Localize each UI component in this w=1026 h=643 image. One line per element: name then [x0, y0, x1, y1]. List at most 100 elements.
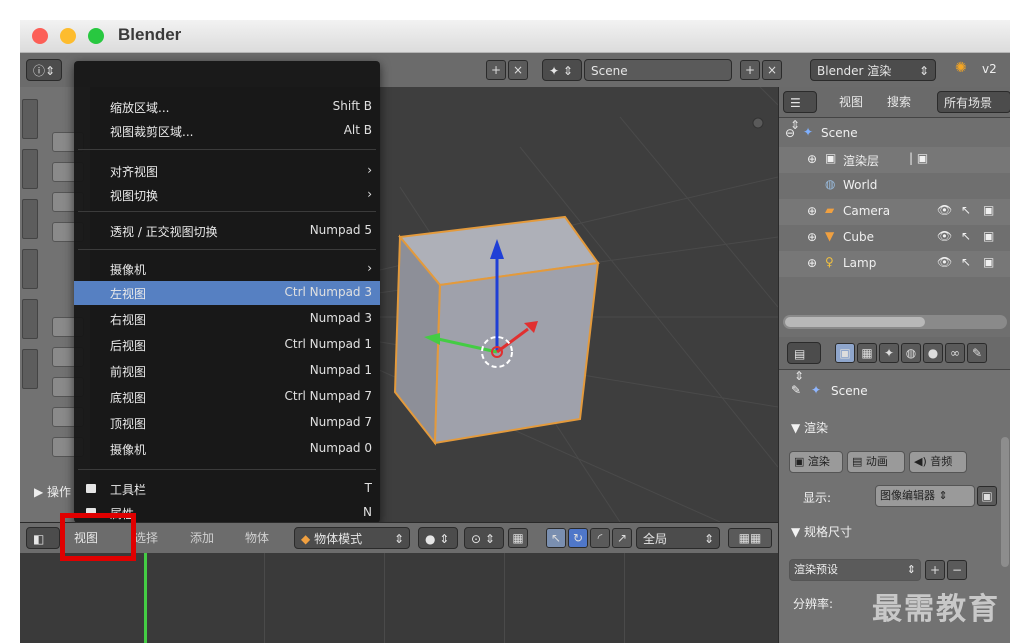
outliner-row-cube[interactable]: ⊕ ▼ Cube 👁 ↖ ▣ — [779, 225, 1010, 251]
select-menu-button[interactable]: 选择 — [134, 529, 158, 546]
expand-icon: ⊖ — [785, 126, 796, 140]
menu-item-zoom-border[interactable]: 缩放区域... Shift B — [74, 95, 380, 119]
delete-screen-button[interactable]: × — [508, 60, 528, 80]
constraints-tab[interactable]: ∞ — [945, 343, 965, 363]
add-preset-button[interactable]: + — [925, 560, 945, 580]
menu-item-back-view[interactable]: 后视图 Ctrl Numpad 1 — [74, 333, 380, 357]
minimize-window-button[interactable] — [60, 28, 76, 44]
audio-button[interactable]: ◀) 音频 — [909, 451, 967, 473]
select-arrow-icon[interactable]: ↖ — [961, 229, 971, 243]
modifiers-tab[interactable]: ✎ — [967, 343, 987, 363]
outliner-row-lamp[interactable]: ⊕ ♀ Lamp 👁 ↖ ▣ — [779, 251, 1010, 277]
render-layers-tab[interactable]: ▦ — [857, 343, 877, 363]
visibility-eye-icon[interactable]: 👁 — [937, 229, 952, 243]
render-engine-selector[interactable]: Blender 渲染 ⇕ — [810, 59, 936, 81]
menu-item-align-view[interactable]: 对齐视图 › — [74, 159, 380, 183]
world-tab[interactable]: ◍ — [901, 343, 921, 363]
menu-item-label: 顶视图 — [110, 417, 147, 431]
animation-button-label: 动画 — [865, 455, 888, 468]
add-scene-button[interactable]: + — [740, 60, 760, 80]
select-arrow-icon[interactable]: ↖ — [961, 203, 971, 217]
select-arrow-icon[interactable]: ↖ — [961, 255, 971, 269]
close-window-button[interactable] — [32, 28, 48, 44]
submenu-arrow-icon: › — [367, 261, 372, 275]
zoom-window-button[interactable] — [88, 28, 104, 44]
outliner-row-camera[interactable]: ⊕ ▰ Camera 👁 ↖ ▣ — [779, 199, 1010, 225]
properties-scrollbar[interactable] — [1001, 437, 1009, 567]
editor-type-selector[interactable]: ◧ ⇕ — [26, 527, 60, 568]
tab-create[interactable] — [22, 149, 38, 189]
remove-preset-button[interactable]: − — [947, 560, 967, 580]
checkbox-icon — [86, 484, 96, 493]
manipulator-toggle[interactable]: ▦ — [508, 528, 528, 548]
menu-item-left-view[interactable]: 左视图 Ctrl Numpad 3 — [74, 281, 380, 305]
object-mode-icon: ◆ — [301, 532, 311, 546]
outliner-panel: ☰ ⇕ 视图 搜索 所有场景 ⊖ ✦ Scene ⊕ ▣ 渲染层 | ▣ ◍ World ⊕… — [778, 87, 1010, 337]
menu-item-front-view[interactable]: 前视图 Numpad 1 — [74, 359, 380, 383]
operator-panel-header[interactable]: ▶ 操作 — [34, 483, 71, 500]
tab-animation[interactable] — [22, 249, 38, 289]
menu-item-shortcut: Ctrl Numpad 7 — [284, 389, 372, 403]
add-screen-button[interactable]: + — [486, 60, 506, 80]
menu-item-persp-ortho[interactable]: 透视 / 正交视图切换 Numpad 5 — [74, 219, 380, 243]
translate-toggle[interactable]: ↖ — [546, 528, 566, 548]
editor-type-selector[interactable]: ▤ ⇕ — [787, 342, 821, 383]
outliner-row-render-layers[interactable]: ⊕ ▣ 渲染层 | ▣ — [779, 147, 1010, 173]
pivot-selector[interactable]: ⊙ ⇕ — [464, 527, 504, 549]
dimensions-panel-header[interactable]: ▼ 规格尺寸 — [791, 523, 852, 540]
menu-item-clipping-border[interactable]: 视图裁剪区域... Alt B — [74, 119, 380, 143]
menu-item-right-view[interactable]: 右视图 Numpad 3 — [74, 307, 380, 331]
layers-grid[interactable]: ▦▦ — [728, 528, 772, 548]
scale-toggle[interactable]: ◜ — [590, 528, 610, 548]
render-tab[interactable]: ▣ — [835, 343, 855, 363]
menu-item-bottom-view[interactable]: 底视图 Ctrl Numpad 7 — [74, 385, 380, 409]
render-button[interactable]: ▣ 渲染 — [789, 451, 843, 473]
mode-selector[interactable]: ◆ 物体模式 ⇕ — [294, 527, 410, 549]
object-tab[interactable]: ● — [923, 343, 943, 363]
outliner-view-menu[interactable]: 视图 — [839, 93, 863, 110]
menu-item-cameras[interactable]: 摄像机 › — [74, 257, 380, 281]
render-toggle-icon[interactable]: ▣ — [983, 255, 994, 269]
display-label: 显示: — [803, 491, 832, 505]
menu-item-toolshelf-toggle[interactable]: 工具栏 T — [74, 477, 380, 501]
editor-type-selector[interactable]: ⓘ⇕ — [26, 59, 62, 81]
tab-grease-pencil[interactable] — [22, 349, 38, 389]
tab-physics[interactable] — [22, 299, 38, 339]
snap-toggle[interactable]: ↗ — [612, 528, 632, 548]
pin-icon[interactable]: ✎ — [791, 383, 801, 397]
rotate-toggle[interactable]: ↻ — [568, 528, 588, 548]
scene-type-selector[interactable]: ✦ ⇕ — [542, 59, 582, 81]
menu-item-navigation[interactable]: 视图切换 › — [74, 183, 380, 207]
timeline-area[interactable] — [20, 553, 778, 643]
menu-item-top-view[interactable]: 顶视图 Numpad 7 — [74, 411, 380, 435]
lock-interface-toggle[interactable]: ▣ — [977, 486, 997, 506]
outliner-scrollbar[interactable] — [783, 315, 1007, 329]
animation-button[interactable]: ▤ 动画 — [847, 451, 905, 473]
tab-tools[interactable] — [22, 99, 38, 139]
shading-selector[interactable]: ● ⇕ — [418, 527, 458, 549]
scrollbar-thumb[interactable] — [785, 317, 925, 327]
visibility-eye-icon[interactable]: 👁 — [937, 255, 952, 269]
scene-tab[interactable]: ✦ — [879, 343, 899, 363]
menu-item-camera-view[interactable]: 摄像机 Numpad 0 — [74, 437, 380, 461]
render-preset-selector[interactable]: 渲染预设 ⇕ — [789, 559, 921, 581]
object-menu-button[interactable]: 物体 — [245, 529, 269, 546]
render-toggle-icon[interactable]: ▣ — [983, 203, 994, 217]
outliner-row-world[interactable]: ◍ World — [779, 173, 1010, 199]
delete-scene-button[interactable]: × — [762, 60, 782, 80]
add-menu-button[interactable]: 添加 — [190, 529, 214, 546]
visibility-eye-icon[interactable]: 👁 — [937, 203, 952, 217]
editor-type-selector[interactable]: ☰ ⇕ — [783, 91, 817, 132]
outliner-search-menu[interactable]: 搜索 — [887, 93, 911, 110]
tab-relations[interactable] — [22, 199, 38, 239]
current-frame-line[interactable] — [144, 553, 147, 643]
display-mode-selector[interactable]: 所有场景 — [937, 91, 1010, 113]
render-toggle-icon[interactable]: ▣ — [983, 229, 994, 243]
cube-front-face — [433, 261, 600, 445]
scene-name-field[interactable]: Scene — [584, 59, 732, 81]
display-selector[interactable]: 图像编辑器 ⇕ — [875, 485, 975, 507]
menu-item-shortcut: Ctrl Numpad 3 — [284, 285, 372, 299]
transform-orientation-selector[interactable]: 全局 ⇕ — [636, 527, 720, 549]
outliner-row-scene[interactable]: ⊖ ✦ Scene — [779, 121, 1010, 147]
render-panel-header[interactable]: ▼ 渲染 — [791, 419, 828, 436]
